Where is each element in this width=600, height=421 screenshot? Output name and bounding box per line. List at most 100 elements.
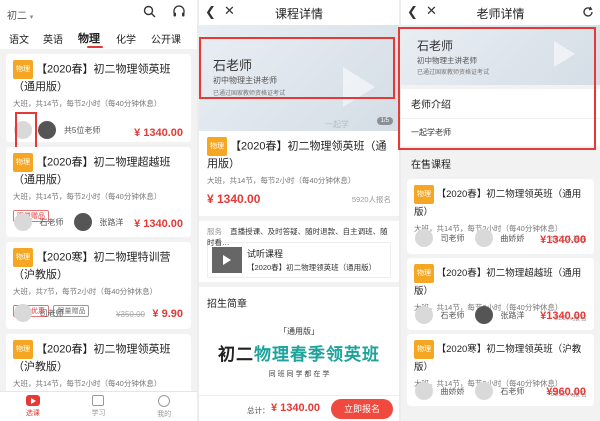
subject-tag: 物理 (13, 60, 33, 79)
original-price: ¥350.00 (116, 310, 145, 319)
avatar (14, 213, 32, 231)
teacher-name: 石老师 (500, 386, 525, 396)
subject-tag: 物理 (414, 185, 434, 204)
avatar (415, 306, 433, 324)
tab-open-class[interactable]: 公开课 (144, 31, 188, 46)
avatar (415, 382, 433, 400)
course-title: 物理 【2020春】初二物理超越班（通用版） (13, 153, 184, 189)
course-title: 物理 【2020寒】初二物理领英班（沪教版） (414, 340, 587, 376)
avatar (474, 382, 493, 400)
subject-tag: 物理 (13, 340, 33, 359)
course-card[interactable]: 物理 【2020春】初二物理超越班（通用版） 大班，共14节，每节2小时（每40… (407, 258, 594, 330)
top-bar: ❮ ✕ 老师详情 (401, 0, 600, 25)
section-title: 招生简章 (199, 282, 399, 318)
service-row[interactable]: 服务 直播授课、及时答疑、随时退款、自主调班、随时看… (199, 216, 399, 247)
page-title: 课程详情 (274, 7, 323, 21)
course-card[interactable]: 物理 【2020寒】初二物理特训营（沪教版） 大班，共7节，每节2小时（每40分… (6, 242, 191, 329)
course-card[interactable]: 物理 【2020春】初二物理超越班（通用版） 大班，共14节，每节2小时（每40… (6, 147, 191, 237)
course-title: 物理 【2020春】初二物理领英班（通用版） (13, 60, 184, 96)
avatar (474, 306, 493, 324)
nav-label: 选课 (25, 410, 40, 417)
search-icon[interactable] (143, 5, 156, 18)
course-info: 物理 【2020春】初二物理领英班（通用版） 大班，共14节，每节2小时（每40… (199, 131, 399, 216)
course-detail-screen: ❮ ✕ 课程详情 石老师 初中物理主讲老师 已通过国家教师资格证考试 一起学 1… (199, 0, 399, 421)
tab-chemistry[interactable]: 化学 (108, 31, 144, 46)
enroll-count: 5920人报名 (351, 195, 391, 204)
poster-title: 初二物理春季领英班 (218, 345, 380, 364)
teacher-name: 曲娇娇 (440, 386, 465, 396)
nav-label: 我的 (157, 410, 172, 418)
service-label: 服务 (207, 227, 222, 236)
image-counter: 1/5 (376, 117, 393, 125)
enroll-button[interactable]: 立即报名 (331, 399, 393, 419)
teacher-name: 石老师 (440, 310, 465, 320)
highlight-box (15, 112, 37, 149)
highlight-box (398, 27, 596, 150)
subject-tag: 物理 (414, 340, 434, 359)
subject-tabs: 语文 英语 物理 化学 公开课 (0, 27, 197, 49)
avatar (474, 229, 493, 247)
course-meta: 大班，共14节，每节2小时（每40分钟休息） (13, 379, 162, 388)
teacher-count: 共5位老师 (63, 125, 101, 135)
course-price: ¥ 9.90 (152, 308, 183, 320)
refresh-icon[interactable] (582, 5, 594, 23)
course-card[interactable]: 物理 【2020春】初二物理领英班（通用版） 大班，共14节，每节2小时（每40… (407, 179, 594, 254)
tab-english[interactable]: 英语 (36, 31, 70, 46)
course-price: ¥1340.00 (540, 234, 586, 246)
top-bar: 初二 ▾ (0, 0, 197, 27)
enrollment-poster: 「通用版」 初二物理春季领英班 同 班 同 学 都 在 学 (199, 326, 399, 379)
subject-tag: 物理 (13, 248, 33, 267)
teacher-name: 曲娇娇 (500, 233, 525, 243)
course-title: 物理 【2020春】初二物理领英班（沪教版） (13, 340, 184, 376)
subject-tag: 物理 (207, 137, 227, 156)
avatar (415, 229, 433, 247)
teacher-name: 张路洋 (500, 310, 525, 320)
book-icon (92, 395, 105, 406)
trial-title: 试听课程 (247, 249, 284, 259)
course-price: ¥ 1340.00 (134, 127, 183, 139)
chevron-down-icon: ▾ (29, 14, 34, 21)
avatar (73, 213, 92, 231)
poster-subtitle: 同 班 同 学 都 在 学 (268, 371, 330, 378)
subject-tag: 物理 (13, 153, 33, 172)
avatar (38, 121, 57, 139)
section-title: 在售课程 (411, 160, 451, 171)
user-icon (158, 394, 171, 407)
total-label: 总计： (247, 406, 270, 415)
course-title: 物理 【2020寒】初二物理特训营（沪教版） (13, 248, 184, 284)
course-card[interactable]: 物理 【2020春】初二物理领英班（沪教版） 大班，共14节，每节2小时（每40… (6, 334, 191, 394)
course-price: ¥960.00 (546, 386, 586, 398)
headset-icon[interactable] (172, 5, 186, 19)
grade-label: 初二 (7, 11, 27, 22)
trial-lesson[interactable]: 试听课程 【2020春】初二物理领英班（通用版） (207, 242, 391, 278)
course-price: ¥1340.00 (540, 310, 586, 322)
page-title: 老师详情 (476, 7, 525, 21)
tab-physics[interactable]: 物理 (70, 30, 108, 46)
course-price: ¥ 1340.00 (207, 192, 261, 206)
grade-selector[interactable]: 初二 ▾ (7, 7, 33, 22)
total-price: ¥ 1340.00 (271, 402, 320, 414)
course-card[interactable]: 物理 【2020寒】初二物理领英班（沪教版） 大班，共14节，每节2小时（每40… (407, 334, 594, 406)
teacher-name: 司老师 (440, 233, 465, 243)
course-meta: 大班，共7节，每节2小时（每40分钟休息） (13, 287, 158, 296)
course-list-screen: 初二 ▾ 语文 英语 物理 化学 公开课 物理 【2020春】初二物理领英班（通… (0, 0, 197, 421)
course-meta: 大班，共14节，每节2小时（每40分钟休息） (207, 176, 356, 185)
play-icon (223, 255, 231, 265)
teacher-name: 司老师 (39, 308, 64, 318)
nav-item-study[interactable]: 学习 (91, 395, 105, 418)
course-title: 物理 【2020春】初二物理领英班（通用版） (414, 185, 587, 221)
avatar (14, 304, 32, 322)
nav-label: 学习 (91, 410, 106, 417)
nav-item-profile[interactable]: 我的 (157, 394, 172, 419)
trial-subtitle: 【2020春】初二物理领英班（通用版） (247, 263, 377, 272)
bottom-nav: 选课 学习 我的 (0, 391, 197, 421)
video-thumbnail (212, 247, 242, 273)
tab-chinese[interactable]: 语文 (2, 31, 36, 46)
nav-item-courses[interactable]: 选课 (25, 395, 40, 418)
brand-watermark: 一起学 (325, 120, 349, 129)
course-price: ¥ 1340.00 (134, 218, 183, 230)
course-title: 物理 【2020春】初二物理超越班（通用版） (414, 264, 587, 300)
checkout-bar: 总计： ¥ 1340.00 立即报名 (199, 395, 399, 421)
course-meta: 大班，共14节，每节2小时（每40分钟休息） (13, 192, 162, 201)
teacher-name: 张路洋 (99, 217, 124, 227)
